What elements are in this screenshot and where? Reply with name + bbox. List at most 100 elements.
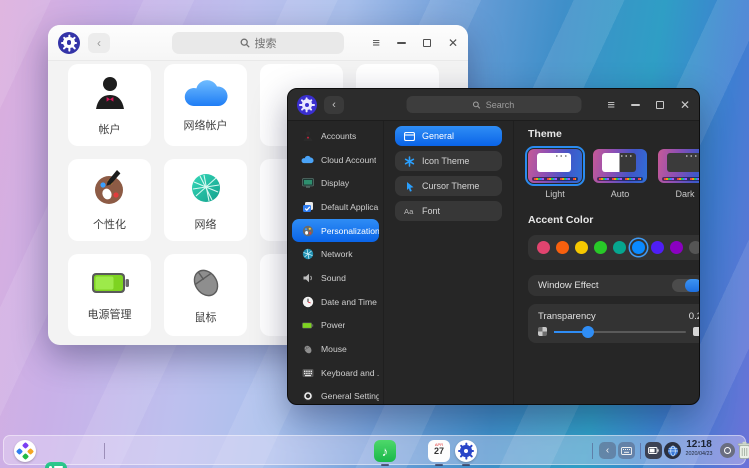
running-indicator — [381, 464, 389, 466]
menu-icon[interactable]: ≡ — [607, 98, 615, 111]
sidebar-item-date-time[interactable]: Date and Time — [292, 290, 379, 314]
user-icon — [90, 73, 130, 113]
accent-color-dot[interactable] — [594, 241, 607, 254]
shutdown-icon[interactable] — [720, 443, 735, 458]
window-effect-toggle[interactable] — [672, 279, 700, 292]
dock-separator — [640, 443, 641, 459]
accent-color-dot[interactable] — [556, 241, 569, 254]
sidebar-item-general-settings[interactable]: General Settings — [292, 385, 379, 405]
accent-color-dot[interactable] — [632, 241, 645, 254]
accent-color-dot[interactable] — [613, 241, 626, 254]
tile-power[interactable]: 电源管理 — [68, 254, 151, 336]
minimize-button[interactable] — [631, 104, 640, 106]
sidebar-item-network[interactable]: Network — [292, 242, 379, 266]
tile-cloud-account[interactable]: 网络帐户 — [164, 64, 247, 146]
nav-item-general[interactable]: General — [395, 126, 502, 146]
accent-color-dot[interactable] — [670, 241, 683, 254]
personalization-icon — [301, 224, 314, 237]
theme-option-auto[interactable]: Auto — [593, 149, 647, 199]
trash-icon[interactable] — [737, 441, 749, 465]
running-indicator — [462, 464, 470, 466]
slider-handle[interactable] — [582, 326, 594, 338]
tile-personalization[interactable]: 个性化 — [68, 159, 151, 241]
accent-color-dot[interactable] — [537, 241, 550, 254]
theme-options: Light Auto Dark — [528, 149, 700, 199]
tile-network[interactable]: 网络 — [164, 159, 247, 241]
personalization-nav: General Icon Theme Cursor Theme Aa Font — [384, 121, 514, 404]
sidebar-item-power[interactable]: Power — [292, 314, 379, 338]
calendar-icon[interactable]: APR 27 — [428, 440, 450, 462]
nav-item-cursor-theme[interactable]: Cursor Theme — [395, 176, 502, 196]
control-center-logo-icon — [297, 95, 317, 115]
control-center-dock-icon[interactable] — [455, 440, 477, 462]
globe-icon — [186, 168, 226, 208]
accent-color-dot[interactable] — [575, 241, 588, 254]
battery-icon — [89, 268, 131, 298]
sidebar-item-keyboard[interactable]: Keyboard and ... — [292, 361, 379, 385]
menu-icon[interactable]: ≡ — [372, 36, 380, 49]
nav-item-font[interactable]: Aa Font — [395, 201, 502, 221]
control-center-window-dark: ‹ Search ≡ ✕ Accounts Cloud — [287, 88, 700, 405]
onboard-keyboard-icon[interactable] — [618, 442, 635, 459]
maximize-button[interactable] — [423, 39, 431, 47]
nav-item-icon-theme[interactable]: Icon Theme — [395, 151, 502, 171]
transparency-row: Transparency 0.2 — [528, 304, 700, 343]
sidebar-item-display[interactable]: Display — [292, 171, 379, 195]
close-button[interactable]: ✕ — [448, 37, 458, 49]
clock[interactable]: 12:18 2020/04/23 — [681, 439, 717, 457]
tile-label: 电源管理 — [88, 306, 132, 322]
tile-label: 网络 — [195, 216, 217, 232]
tile-mouse[interactable]: 鼠标 — [164, 254, 247, 336]
window-icon — [404, 131, 415, 142]
window-controls: ≡ ✕ — [372, 36, 458, 49]
desktop: ‹ 搜索 ≡ ✕ 帐户 网络帐户 — [0, 0, 749, 468]
sidebar-item-accounts[interactable]: Accounts — [292, 124, 379, 148]
svg-text:Aa: Aa — [404, 207, 414, 216]
theme-section-title: Theme — [528, 128, 700, 140]
accent-color-dot[interactable] — [689, 241, 700, 254]
back-button[interactable]: ‹ — [88, 33, 110, 53]
transparency-min-icon — [538, 327, 547, 336]
back-button[interactable]: ‹ — [324, 96, 344, 114]
mouse-icon — [186, 265, 226, 301]
date: 2020/04/23 — [686, 451, 713, 457]
battery-tray-icon[interactable] — [645, 442, 662, 459]
accent-color-dot[interactable] — [651, 241, 664, 254]
tile-label: 网络帐户 — [184, 117, 228, 133]
theme-option-dark[interactable]: Dark — [658, 149, 700, 199]
clock-icon — [301, 295, 314, 308]
tray-expand-icon[interactable]: ‹ — [599, 442, 616, 459]
tile-label: 帐户 — [99, 121, 121, 137]
cursor-icon — [404, 181, 415, 192]
workspace-app-icon[interactable] — [45, 462, 67, 468]
maximize-button[interactable] — [656, 101, 664, 109]
font-icon: Aa — [404, 206, 415, 217]
mouse-icon — [301, 343, 314, 356]
music-player-icon[interactable]: ♪ — [374, 440, 396, 462]
sidebar-item-cloud-account[interactable]: Cloud Account — [292, 148, 379, 172]
general-settings-panel: Theme Light Auto Dark Accent Col — [514, 121, 700, 404]
default-apps-icon — [301, 200, 314, 213]
dock-separator — [592, 443, 593, 459]
search-input[interactable]: 搜索 — [172, 32, 344, 54]
asterisk-icon — [404, 156, 415, 167]
search-icon — [240, 38, 250, 48]
transparency-slider[interactable] — [554, 331, 686, 333]
sidebar-item-personalization[interactable]: Personalization — [292, 219, 379, 243]
sidebar-item-mouse[interactable]: Mouse — [292, 337, 379, 361]
network-tray-icon[interactable] — [664, 442, 681, 459]
sidebar-item-default-applications[interactable]: Default Applica... — [292, 195, 379, 219]
accent-color-row — [528, 235, 700, 260]
minimize-button[interactable] — [397, 42, 406, 44]
search-input[interactable]: Search — [406, 96, 581, 113]
theme-option-light[interactable]: Light — [528, 149, 582, 199]
sidebar-item-sound[interactable]: Sound — [292, 266, 379, 290]
dock-separator — [104, 443, 105, 459]
titlebar-light: ‹ 搜索 ≡ ✕ — [48, 25, 468, 61]
search-placeholder: 搜索 — [255, 35, 277, 51]
launcher-icon[interactable] — [14, 440, 36, 462]
theme-preview-light — [528, 149, 582, 183]
tile-accounts[interactable]: 帐户 — [68, 64, 151, 146]
close-button[interactable]: ✕ — [680, 99, 690, 111]
control-center-logo-icon — [58, 32, 80, 54]
